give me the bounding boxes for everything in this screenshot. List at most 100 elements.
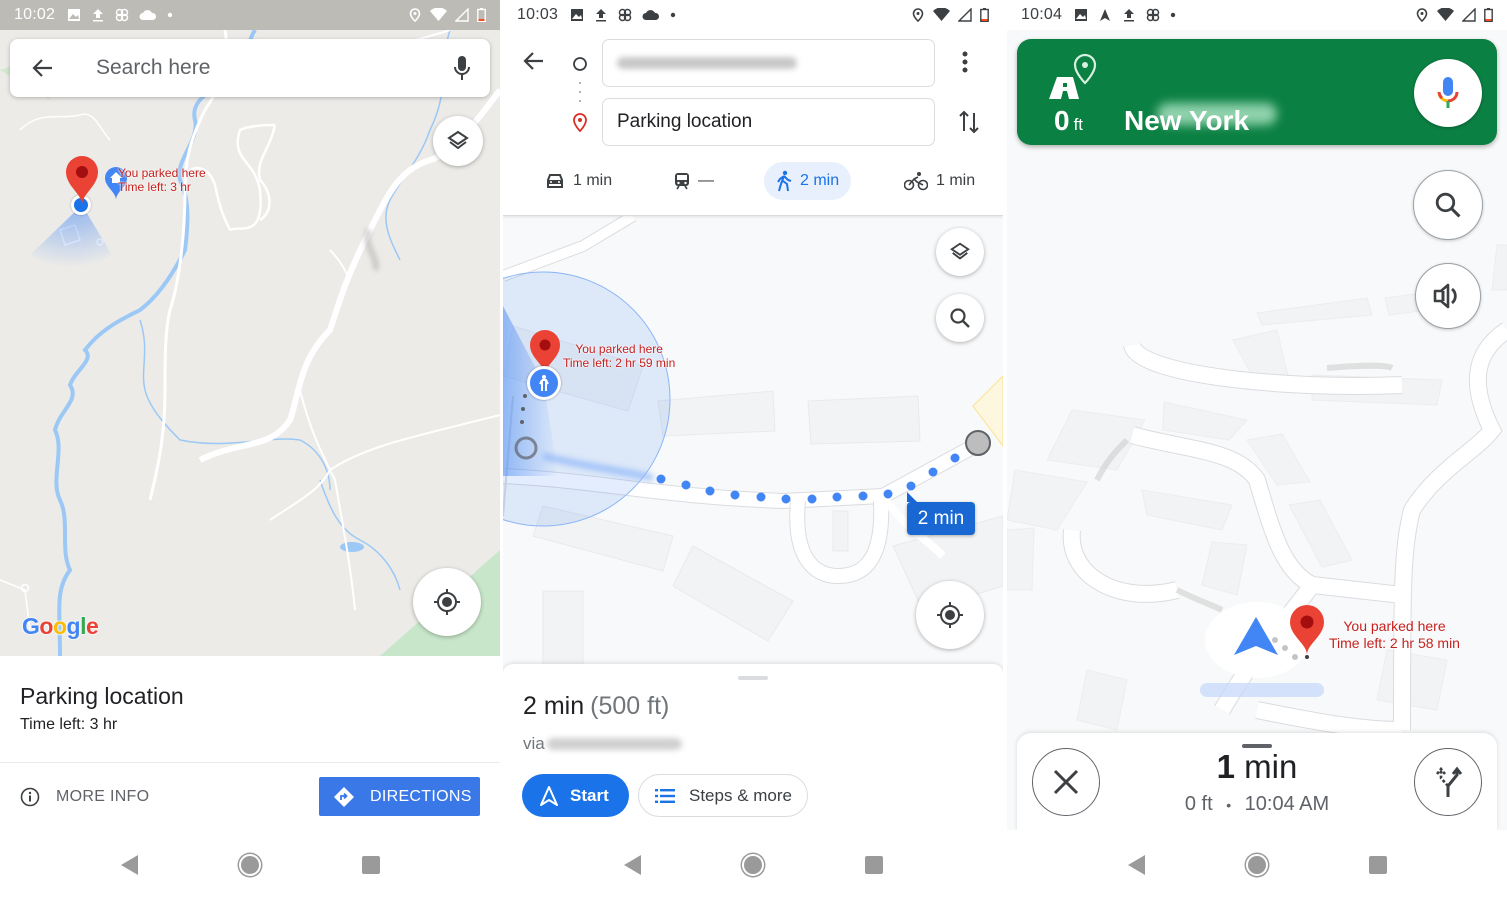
back-button[interactable]: [523, 50, 545, 77]
more-info-button[interactable]: MORE INFO: [20, 787, 149, 807]
turn-instruction-card[interactable]: 0 ft New York: [1017, 39, 1497, 145]
start-button[interactable]: Start: [522, 774, 629, 817]
location-icon: [1416, 8, 1428, 22]
more-vert-icon: [962, 51, 968, 73]
battery-icon: [980, 8, 989, 22]
map-view[interactable]: You parked here Time left: 2 hr 59 min 2…: [503, 216, 1003, 670]
map-streets: [1007, 30, 1507, 830]
map-view[interactable]: You parked here Time left: 2 hr 58 min: [1007, 30, 1507, 830]
cloud-icon: [642, 10, 660, 21]
image-icon: [68, 9, 81, 21]
car-icon: [547, 174, 563, 188]
my-location-button[interactable]: [413, 568, 481, 636]
pedestrian-icon: [539, 375, 549, 391]
search-bar[interactable]: Search here: [10, 39, 490, 97]
nav-back-button[interactable]: [120, 854, 138, 875]
upload-icon: [596, 9, 607, 22]
nav-recents-button[interactable]: [1368, 855, 1387, 874]
parked-pin-icon: [66, 156, 98, 205]
wifi-icon: [933, 8, 950, 21]
search-along-route-button[interactable]: [936, 294, 984, 342]
remaining-distance: 0 ft: [1184, 793, 1213, 815]
sheet-drag-handle[interactable]: [738, 676, 768, 680]
pinwheel-icon: [618, 8, 632, 22]
wifi-icon: [1437, 8, 1454, 21]
swap-vert-icon: [959, 110, 979, 134]
nav-back-button[interactable]: [623, 854, 641, 875]
map-view[interactable]: You parked here Time left: 3 hr Google: [0, 30, 500, 656]
more-options-button[interactable]: [961, 50, 969, 79]
mode-drive[interactable]: 1 min: [545, 162, 612, 200]
nav-recents-button[interactable]: [864, 855, 883, 874]
place-title: Parking location: [20, 683, 184, 709]
status-time: 10:02: [14, 6, 56, 23]
parked-pin-icon: [1290, 605, 1324, 659]
navigation-icon: [1100, 9, 1111, 21]
nav-home-button[interactable]: [741, 853, 764, 876]
status-bar: 10:04: [1007, 0, 1507, 30]
dot-icon: [167, 12, 173, 18]
origin-input[interactable]: [602, 39, 935, 87]
voice-assistant-button[interactable]: [1414, 59, 1482, 127]
google-mic-icon: [1437, 77, 1459, 108]
route-duration: 2 min: [523, 692, 585, 720]
image-icon: [1075, 9, 1088, 21]
layers-button[interactable]: [936, 228, 984, 276]
back-arrow-icon: [32, 59, 52, 77]
directions-button[interactable]: DIRECTIONS: [319, 777, 480, 816]
mode-transit[interactable]: —: [674, 162, 714, 200]
volume-icon: [1433, 283, 1457, 309]
parked-label: You parked here Time left: 2 hr 58 min: [1329, 618, 1460, 651]
cloud-icon: [139, 10, 157, 21]
mode-bike[interactable]: 1 min: [904, 162, 975, 200]
screen-navigation: 10:04 You parked here Time left: 2 hr 58…: [1007, 0, 1507, 899]
route-via: via: [523, 734, 682, 754]
search-button[interactable]: [1413, 170, 1483, 240]
arrive-destination-icon: [1049, 53, 1097, 99]
navigation-puck-icon: [1234, 617, 1278, 655]
trip-progress-sheet: 1 min 0 ft • 10:04 AM: [1017, 733, 1497, 831]
sound-button[interactable]: [1415, 263, 1481, 329]
destination-input[interactable]: Parking location: [602, 98, 935, 146]
parked-label: You parked here Time left: 2 hr 59 min: [563, 342, 676, 370]
route-eta-bubble[interactable]: 2 min: [907, 492, 975, 535]
mode-walk[interactable]: 2 min: [764, 162, 852, 200]
location-icon: [409, 8, 421, 22]
back-button[interactable]: [10, 57, 76, 79]
screen-walking-directions: 10:03 Parking location 1 min — 2 min 1 m…: [503, 0, 1003, 899]
steps-and-more-button[interactable]: Steps & more: [638, 774, 808, 817]
dot-icon: [1170, 12, 1176, 18]
dot-icon: [670, 12, 676, 18]
battery-icon: [477, 8, 486, 22]
divider: [0, 762, 500, 763]
route-summary: 2 min (500 ft): [523, 692, 669, 721]
pinwheel-icon: [115, 8, 129, 22]
travel-modes: 1 min — 2 min 1 min: [503, 161, 1003, 201]
android-nav-bar: [1007, 830, 1507, 899]
swap-button[interactable]: [958, 109, 980, 140]
crosshair-icon: [937, 602, 963, 628]
my-location-button[interactable]: [916, 581, 984, 649]
arrival-time: 10:04 AM: [1244, 793, 1330, 815]
bike-icon: [904, 172, 928, 191]
route-distance: (500 ft): [590, 692, 670, 720]
walk-icon: [777, 170, 792, 192]
crosshair-icon: [434, 589, 460, 615]
battery-icon: [1484, 8, 1493, 22]
screenshot-triptych: 10:02 You parked here Time left: 3 hr Go…: [0, 0, 1507, 899]
nav-back-button[interactable]: [1127, 854, 1145, 875]
search-input[interactable]: Search here: [96, 56, 434, 80]
nav-home-button[interactable]: [1245, 853, 1268, 876]
nav-recents-button[interactable]: [361, 855, 380, 874]
origin-value-redacted: [617, 57, 797, 69]
nav-home-button[interactable]: [238, 853, 261, 876]
status-bar: 10:03: [503, 0, 1003, 30]
layers-button[interactable]: [433, 116, 483, 166]
alternate-routes-button[interactable]: [1414, 748, 1482, 816]
signal-icon: [958, 8, 972, 22]
time-left: Time left: 3 hr: [20, 716, 118, 733]
wifi-icon: [430, 8, 447, 21]
android-nav-bar: [0, 830, 500, 899]
screen-parking-location: 10:02 You parked here Time left: 3 hr Go…: [0, 0, 500, 899]
voice-search-button[interactable]: [434, 55, 490, 81]
